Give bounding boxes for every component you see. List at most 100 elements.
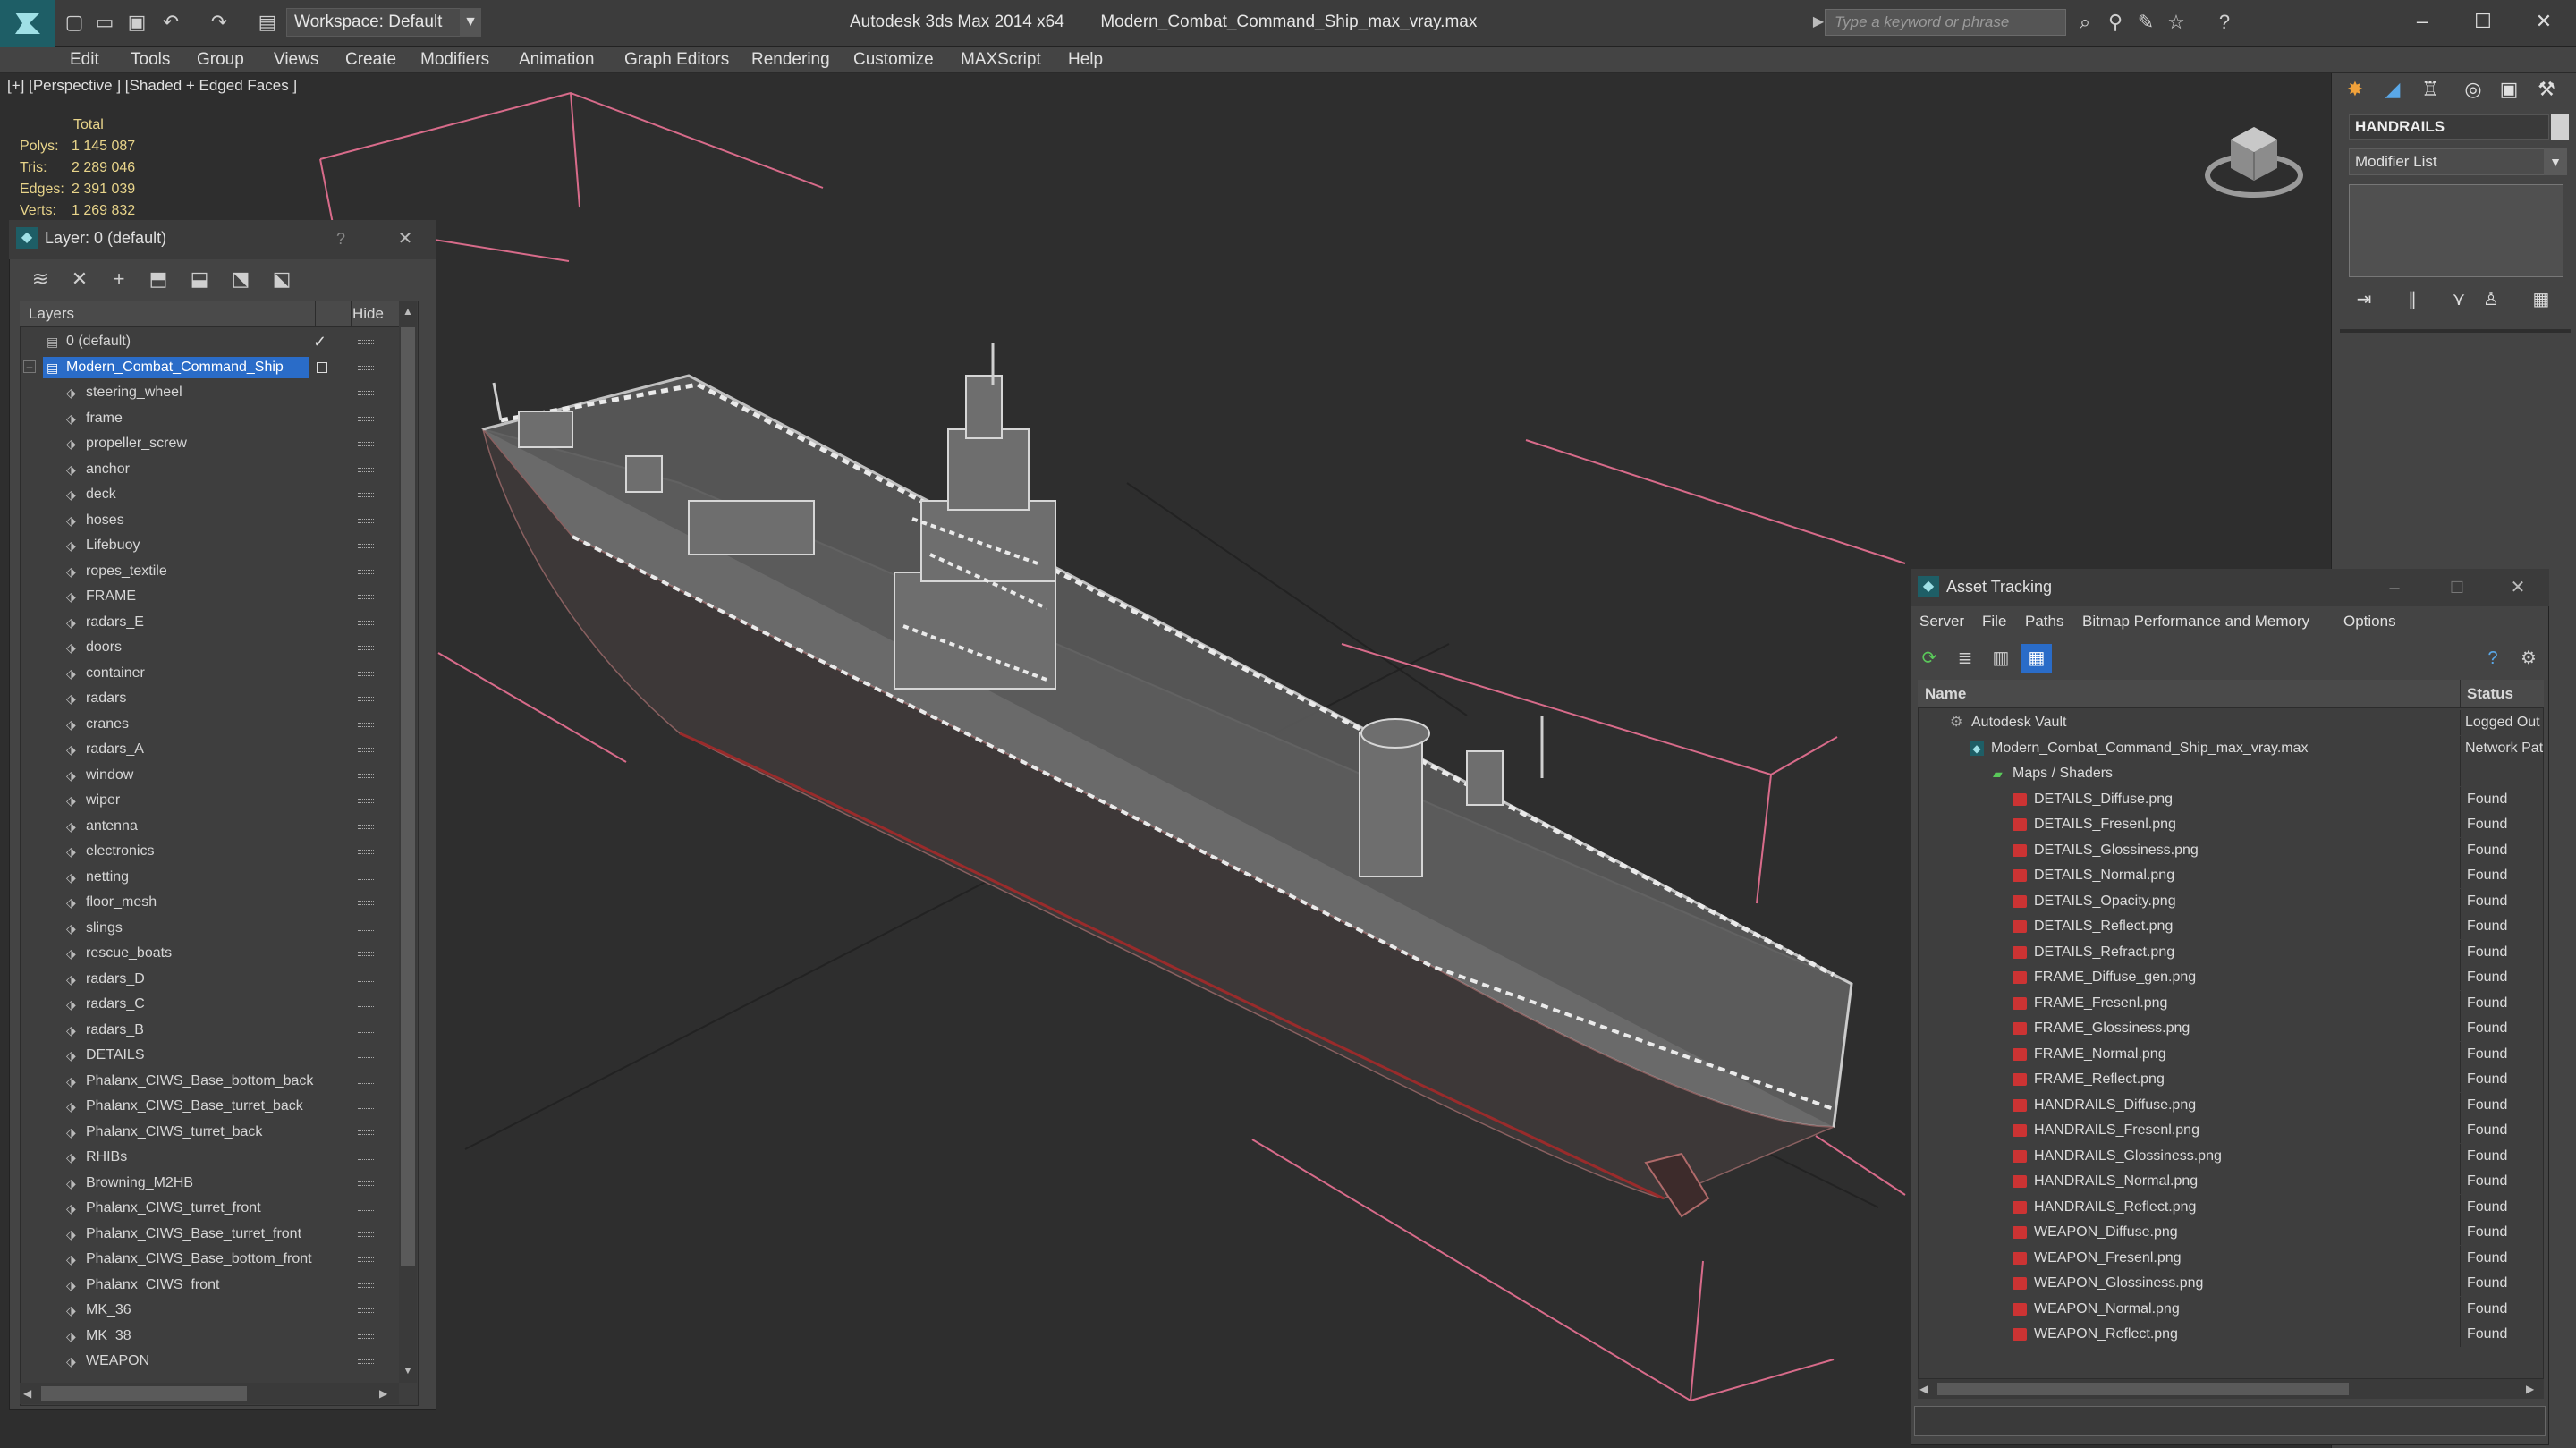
hide-toggle[interactable]	[358, 518, 374, 523]
minimize-button[interactable]: –	[2381, 574, 2408, 601]
asset-row-map[interactable]: FRAME_Fresenl.png Found	[1918, 990, 2544, 1017]
menu-create[interactable]: Create	[345, 47, 396, 73]
object-name-field[interactable]: HANDRAILS	[2349, 114, 2549, 140]
column-layers[interactable]: Layers	[29, 301, 74, 327]
hide-toggle[interactable]	[358, 1283, 374, 1288]
menu-animation[interactable]: Animation	[519, 47, 595, 73]
redo-icon[interactable]: ↷	[208, 11, 231, 34]
remove-modifier-icon[interactable]: ♙	[2478, 286, 2504, 313]
refresh-icon[interactable]: ⟳	[1914, 644, 1945, 673]
menu-views[interactable]: Views	[274, 47, 318, 73]
asset-row-vault[interactable]: ⚙ Autodesk Vault Logged Out	[1918, 710, 2544, 736]
close-icon[interactable]: ✕	[2504, 574, 2531, 601]
search-input[interactable]: Type a keyword or phrase	[1825, 9, 2066, 36]
layer-row[interactable]: ⬗ radars_B	[20, 1018, 399, 1044]
communication-center-icon[interactable]: ✎	[2134, 11, 2157, 34]
project-folder-icon[interactable]: ▤	[256, 11, 279, 34]
asset-menu-bitmap-performance[interactable]: Bitmap Performance and Memory	[2082, 610, 2309, 633]
hierarchy-tab-icon[interactable]: ♖	[2413, 73, 2447, 106]
asset-row-map[interactable]: WEAPON_Normal.png Found	[1918, 1296, 2544, 1323]
layer-row[interactable]: ⬗ Phalanx_CIWS_Base_bottom_front	[20, 1247, 399, 1273]
layer-row[interactable]: ⬗ electronics	[20, 839, 399, 865]
maximize-button[interactable]: ☐	[2444, 574, 2470, 601]
thumbnail-view-icon[interactable]: ▥	[1986, 644, 2016, 673]
hide-toggle[interactable]	[358, 671, 374, 676]
hide-toggle[interactable]	[358, 1232, 374, 1237]
layer-row[interactable]: ⬗ WEAPON	[20, 1349, 399, 1375]
layer-row[interactable]: ⬗ wiper	[20, 788, 399, 814]
hide-all-layers-icon[interactable]: ⬕	[267, 265, 297, 293]
asset-row-map[interactable]: DETAILS_Fresenl.png Found	[1918, 812, 2544, 838]
modifier-list-dropdown[interactable]: Modifier List	[2349, 148, 2567, 175]
close-icon[interactable]: ✕	[392, 225, 419, 252]
layer-row[interactable]: ⬗ deck	[20, 482, 399, 508]
motion-tab-icon[interactable]: ◎	[2456, 73, 2490, 106]
hide-toggle[interactable]	[358, 1130, 374, 1135]
hide-toggle[interactable]	[358, 467, 374, 472]
layer-row[interactable]: ⬗ MK_38	[20, 1324, 399, 1350]
layer-hscroll-thumb[interactable]	[41, 1386, 247, 1401]
hide-toggle[interactable]	[358, 1079, 374, 1084]
create-tab-icon[interactable]: ✸	[2338, 73, 2372, 106]
layer-row[interactable]: ⬗ radars_C	[20, 992, 399, 1018]
asset-row-map[interactable]: HANDRAILS_Glossiness.png Found	[1918, 1143, 2544, 1170]
layer-row[interactable]: ⬗ cranes	[20, 712, 399, 738]
layer-row-default[interactable]: ▤ 0 (default) ✓	[20, 329, 399, 355]
hide-toggle[interactable]	[358, 697, 374, 701]
help-icon[interactable]: ?	[2478, 644, 2508, 673]
hide-toggle[interactable]	[358, 1028, 374, 1033]
layer-settings-icon[interactable]: ≋	[25, 265, 55, 293]
hide-toggle[interactable]	[358, 1054, 374, 1058]
highlight-layer-icon[interactable]: ⬔	[225, 265, 256, 293]
save-file-icon[interactable]: ▣	[125, 11, 148, 34]
hide-toggle[interactable]	[358, 773, 374, 778]
layer-row[interactable]: ⬗ RHIBs	[20, 1145, 399, 1171]
asset-row-map[interactable]: HANDRAILS_Fresenl.png Found	[1918, 1118, 2544, 1144]
layer-row[interactable]: ⬗ radars_E	[20, 610, 399, 636]
hide-toggle[interactable]	[358, 952, 374, 956]
asset-row-map[interactable]: DETAILS_Normal.png Found	[1918, 863, 2544, 889]
settings-icon[interactable]: ⚙	[2513, 644, 2544, 673]
chevron-down-icon[interactable]: ▼	[2544, 148, 2567, 175]
asset-row-scene-file[interactable]: ◆ Modern_Combat_Command_Ship_max_vray.ma…	[1918, 735, 2544, 762]
layer-row[interactable]: ⬗ floor_mesh	[20, 890, 399, 916]
layer-row[interactable]: ⬗ rescue_boats	[20, 941, 399, 967]
new-file-icon[interactable]: ▢	[63, 11, 86, 34]
layer-row[interactable]: ⬗ antenna	[20, 814, 399, 840]
hide-toggle[interactable]	[358, 493, 374, 497]
configure-sets-icon[interactable]: ▦	[2528, 286, 2555, 313]
column-hide[interactable]: Hide	[352, 301, 384, 327]
menu-tools[interactable]: Tools	[131, 47, 170, 73]
layer-row[interactable]: ⬗ Phalanx_CIWS_turret_back	[20, 1120, 399, 1146]
app-menu-button[interactable]	[0, 0, 55, 47]
close-button[interactable]: ✕	[2515, 4, 2572, 39]
layer-row[interactable]: ⬗ window	[20, 763, 399, 789]
layer-row[interactable]: ⬗ frame	[20, 406, 399, 432]
scroll-up-icon[interactable]: ▲	[401, 302, 415, 320]
delete-layer-icon[interactable]: ✕	[64, 265, 95, 293]
hide-toggle[interactable]	[358, 926, 374, 931]
asset-row-map[interactable]: HANDRAILS_Reflect.png Found	[1918, 1194, 2544, 1221]
asset-hscroll-thumb[interactable]	[1937, 1383, 2349, 1395]
menu-modifiers[interactable]: Modifiers	[420, 47, 489, 73]
hide-toggle[interactable]	[358, 1003, 374, 1007]
hide-toggle[interactable]	[358, 748, 374, 752]
layer-row[interactable]: ⬗ Phalanx_CIWS_Base_turret_front	[20, 1222, 399, 1248]
chevron-down-icon[interactable]: ▼	[460, 8, 481, 37]
layer-row[interactable]: ⬗ radars_A	[20, 737, 399, 763]
hide-toggle[interactable]	[358, 1359, 374, 1364]
utilities-tab-icon[interactable]: ⚒	[2529, 73, 2563, 106]
layer-row[interactable]: ⬗ ropes_textile	[20, 559, 399, 585]
display-tab-icon[interactable]: ▣	[2492, 73, 2526, 106]
layer-row[interactable]: ⬗ anchor	[20, 457, 399, 483]
object-color-swatch[interactable]	[2551, 114, 2569, 140]
asset-menu-paths[interactable]: Paths	[2025, 610, 2063, 633]
layer-row[interactable]: ⬗ steering_wheel	[20, 380, 399, 406]
create-layer-icon[interactable]: +	[104, 265, 134, 293]
menu-help[interactable]: Help	[1068, 47, 1103, 73]
hide-toggle[interactable]	[358, 824, 374, 829]
hide-toggle[interactable]	[358, 391, 374, 395]
hide-toggle[interactable]	[358, 799, 374, 803]
layer-row[interactable]: ⬗ Phalanx_CIWS_Base_bottom_back	[20, 1069, 399, 1095]
asset-row-map[interactable]: DETAILS_Opacity.png Found	[1918, 888, 2544, 915]
